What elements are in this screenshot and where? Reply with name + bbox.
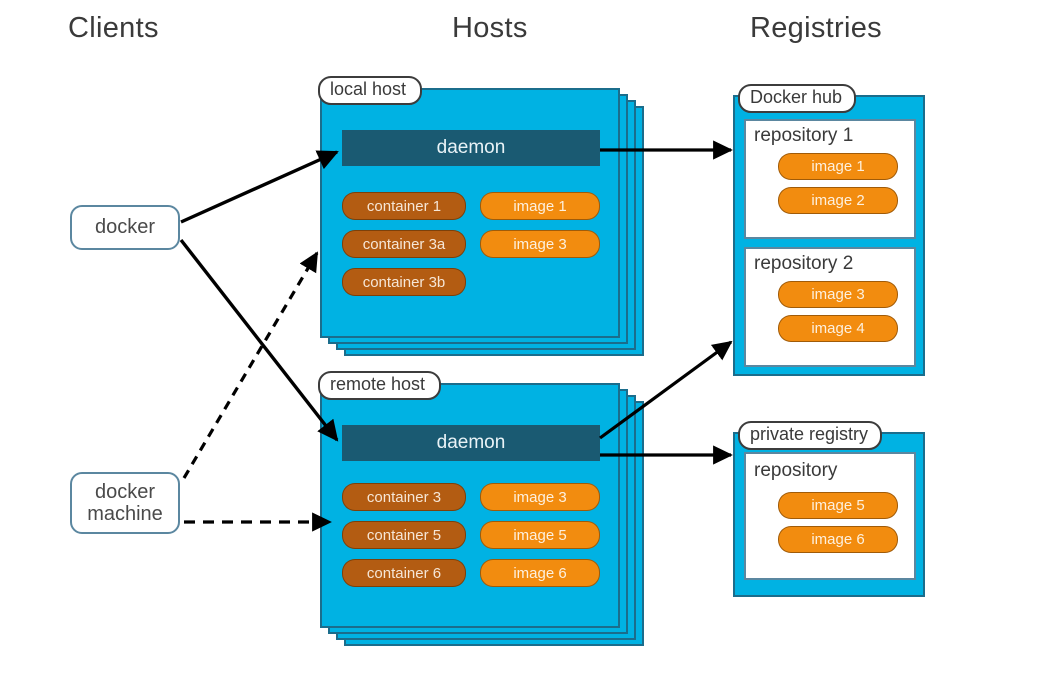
client-docker-machine-label-line1: docker [94, 480, 156, 503]
repository-1-image-1[interactable]: image 1 [778, 153, 898, 180]
host-local-container-3[interactable]: container 3b [342, 268, 466, 296]
host-local-container-1-label: container 1 [366, 197, 442, 215]
repository-private[interactable]: repository image 5 image 6 [744, 452, 916, 580]
host-remote-container-1-label: container 3 [366, 488, 442, 506]
column-title-registries: Registries [750, 12, 882, 44]
host-local-image-1-label: image 1 [513, 197, 567, 215]
repository-2-image-1[interactable]: image 3 [778, 281, 898, 308]
host-remote-container-3-label: container 6 [366, 564, 442, 582]
registry-private-label: private registry [738, 421, 883, 450]
host-local-container-1[interactable]: container 1 [342, 192, 466, 220]
host-remote-daemon[interactable]: daemon [342, 425, 600, 461]
host-local-image-2[interactable]: image 3 [480, 230, 600, 258]
repository-2-image-2-label: image 4 [811, 320, 865, 337]
repository-private-image-2-label: image 6 [811, 531, 865, 548]
host-remote-container-3[interactable]: container 6 [342, 559, 466, 587]
host-local-container-2-label: container 3a [362, 235, 446, 253]
repository-1-image-2-label: image 2 [811, 192, 865, 209]
host-remote-daemon-label: daemon [436, 432, 506, 453]
edge-machine-to-local-host [182, 251, 319, 479]
repository-private-title: repository [754, 460, 838, 481]
docker-architecture-diagram: Clients Hosts Registries docker docker m… [0, 0, 1051, 688]
client-docker[interactable]: docker [70, 205, 180, 250]
host-remote-image-2[interactable]: image 5 [480, 521, 600, 549]
host-remote-image-1-label: image 3 [513, 488, 567, 506]
edge-docker-to-local-daemon [180, 150, 339, 224]
client-docker-machine-label-line2: machine [87, 503, 163, 525]
column-title-hosts: Hosts [452, 12, 528, 44]
host-remote[interactable]: daemon container 3 container 5 container… [318, 371, 650, 653]
host-local-container-3-label: container 3b [362, 273, 446, 291]
repository-2-image-1-label: image 3 [811, 286, 865, 303]
host-remote-image-2-label: image 5 [513, 526, 567, 544]
host-local-daemon-label: daemon [436, 137, 506, 158]
host-local-daemon[interactable]: daemon [342, 130, 600, 166]
repository-private-image-2[interactable]: image 6 [778, 526, 898, 553]
repository-2-image-2[interactable]: image 4 [778, 315, 898, 342]
host-remote-image-3[interactable]: image 6 [480, 559, 600, 587]
repository-1[interactable]: repository 1 image 1 image 2 [744, 119, 916, 239]
host-remote-container-2-label: container 5 [366, 526, 442, 544]
client-docker-machine[interactable]: docker machine [70, 472, 180, 534]
host-remote-container-2[interactable]: container 5 [342, 521, 466, 549]
repository-1-image-2[interactable]: image 2 [778, 187, 898, 214]
registry-docker-hub[interactable]: repository 1 image 1 image 2 repository … [733, 95, 925, 376]
host-local-image-2-label: image 3 [513, 235, 567, 253]
repository-1-image-1-label: image 1 [811, 158, 865, 175]
edge-docker-to-remote-daemon [179, 238, 339, 442]
registry-docker-hub-label: Docker hub [738, 84, 857, 113]
repository-2-title: repository 2 [754, 253, 854, 274]
host-remote-label: remote host [318, 371, 442, 400]
host-remote-container-1[interactable]: container 3 [342, 483, 466, 511]
repository-private-image-1[interactable]: image 5 [778, 492, 898, 519]
registry-private[interactable]: repository image 5 image 6 [733, 432, 925, 597]
column-title-clients: Clients [68, 12, 159, 44]
client-docker-label: docker [94, 216, 156, 239]
host-remote-image-3-label: image 6 [513, 564, 567, 582]
host-local[interactable]: daemon container 1 container 3a containe… [318, 76, 650, 363]
host-remote-image-1[interactable]: image 3 [480, 483, 600, 511]
host-local-image-1[interactable]: image 1 [480, 192, 600, 220]
host-local-label: local host [318, 76, 423, 105]
repository-private-image-1-label: image 5 [811, 497, 865, 514]
repository-1-title: repository 1 [754, 125, 854, 146]
repository-2[interactable]: repository 2 image 3 image 4 [744, 247, 916, 367]
host-local-container-2[interactable]: container 3a [342, 230, 466, 258]
